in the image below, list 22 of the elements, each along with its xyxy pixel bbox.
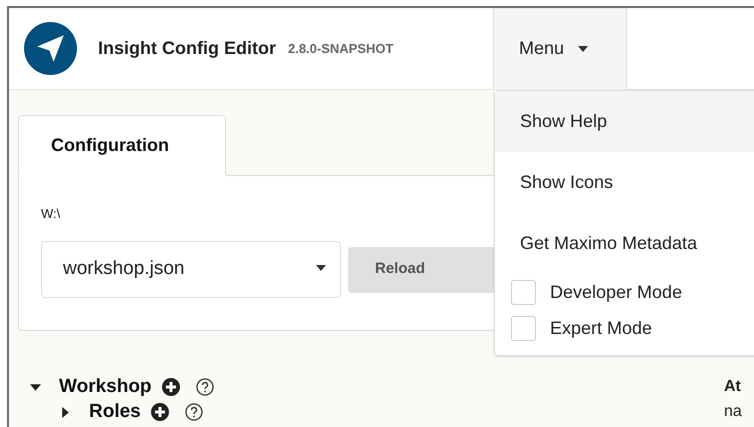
caret-icon[interactable]: [60, 406, 71, 418]
add-icon[interactable]: [162, 378, 180, 396]
checkbox-label[interactable]: Developer Mode: [550, 278, 682, 306]
logo-icon: [24, 22, 77, 75]
menu-button[interactable]: Menu: [493, 8, 627, 90]
version-label: 2.8.0-SNAPSHOT: [288, 40, 394, 58]
help-icon[interactable]: [184, 403, 203, 421]
checkbox[interactable]: [511, 316, 536, 340]
add-icon[interactable]: [150, 403, 169, 421]
help-icon[interactable]: [196, 378, 214, 396]
caret-icon[interactable]: [30, 382, 41, 392]
caret-icon: [316, 264, 326, 270]
help-text: na: [724, 402, 742, 422]
app-title: Insight Config Editor: [98, 37, 276, 60]
path-label: W:\: [41, 205, 62, 220]
caret-icon: [578, 46, 588, 52]
checkbox-label[interactable]: Expert Mode: [550, 314, 652, 342]
checkbox[interactable]: [511, 280, 536, 304]
tab[interactable]: Configuration: [18, 115, 226, 176]
file-select[interactable]: workshop.json: [41, 241, 341, 298]
help-heading: At: [724, 377, 742, 397]
menu-item[interactable]: Show Help: [495, 91, 754, 152]
